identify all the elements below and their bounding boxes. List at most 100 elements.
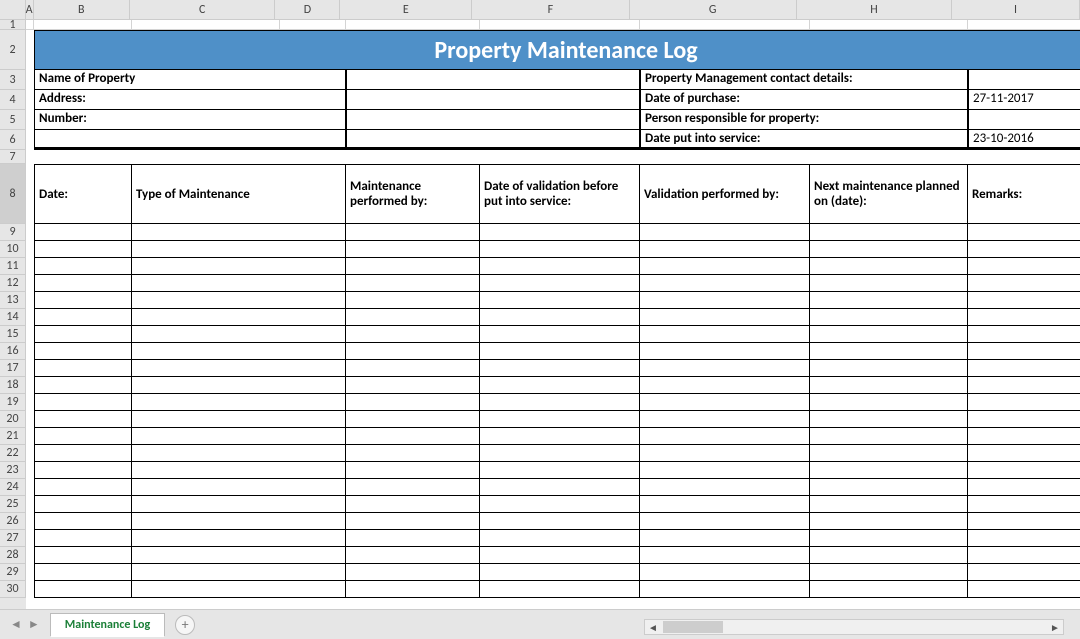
table-cell[interactable] xyxy=(34,241,132,258)
table-cell[interactable] xyxy=(34,377,132,394)
table-cell[interactable] xyxy=(810,241,968,258)
table-cell[interactable] xyxy=(480,530,640,547)
table-cell[interactable] xyxy=(640,360,810,377)
info-value[interactable]: 27-11-2017 xyxy=(968,90,1080,110)
sheet-tab-active[interactable]: Maintenance Log xyxy=(50,613,165,636)
table-row[interactable] xyxy=(34,360,1080,377)
table-row[interactable] xyxy=(34,581,1080,598)
table-row[interactable] xyxy=(34,309,1080,326)
table-cell[interactable] xyxy=(968,513,1080,530)
table-cell[interactable] xyxy=(810,258,968,275)
info-value[interactable] xyxy=(346,130,640,150)
table-cell[interactable] xyxy=(480,411,640,428)
table-row[interactable] xyxy=(34,530,1080,547)
table-cell[interactable] xyxy=(480,241,640,258)
row-1[interactable] xyxy=(26,20,1080,30)
table-cell[interactable] xyxy=(346,241,480,258)
col-header-I[interactable]: I xyxy=(952,0,1080,20)
table-cell[interactable] xyxy=(810,343,968,360)
col-header-A[interactable]: A xyxy=(26,0,34,20)
table-cell[interactable] xyxy=(346,224,480,241)
table-cell[interactable] xyxy=(968,292,1080,309)
log-header-cell[interactable]: Date of validation before put into servi… xyxy=(480,164,640,224)
table-cell[interactable] xyxy=(132,496,346,513)
col-header-C[interactable]: C xyxy=(130,0,276,20)
table-cell[interactable] xyxy=(968,258,1080,275)
table-cell[interactable] xyxy=(968,360,1080,377)
table-row[interactable] xyxy=(34,343,1080,360)
info-label[interactable]: Address: xyxy=(34,90,346,110)
table-cell[interactable] xyxy=(346,428,480,445)
info-row[interactable]: Address:Date of purchase:27-11-2017 xyxy=(34,90,1080,110)
info-value[interactable] xyxy=(346,70,640,90)
info-label[interactable]: Property Management contact details: xyxy=(640,70,968,90)
table-cell[interactable] xyxy=(968,224,1080,241)
row-header-9[interactable]: 9 xyxy=(0,224,26,241)
table-cell[interactable] xyxy=(810,411,968,428)
row-header-8[interactable]: 8 xyxy=(0,164,26,224)
table-cell[interactable] xyxy=(480,547,640,564)
row-header-30[interactable]: 30 xyxy=(0,581,26,598)
table-cell[interactable] xyxy=(480,326,640,343)
table-cell[interactable] xyxy=(640,547,810,564)
table-cell[interactable] xyxy=(810,224,968,241)
table-row[interactable] xyxy=(34,564,1080,581)
table-cell[interactable] xyxy=(346,445,480,462)
table-cell[interactable] xyxy=(34,479,132,496)
table-cell[interactable] xyxy=(640,411,810,428)
log-header-cell[interactable]: Remarks: xyxy=(968,164,1080,224)
row-header-23[interactable]: 23 xyxy=(0,462,26,479)
col-header-B[interactable]: B xyxy=(34,0,130,20)
row-header-12[interactable]: 12 xyxy=(0,275,26,292)
info-value[interactable] xyxy=(346,90,640,110)
table-cell[interactable] xyxy=(640,241,810,258)
table-cell[interactable] xyxy=(34,394,132,411)
row-header-13[interactable]: 13 xyxy=(0,292,26,309)
table-cell[interactable] xyxy=(968,547,1080,564)
table-cell[interactable] xyxy=(34,428,132,445)
table-cell[interactable] xyxy=(480,564,640,581)
table-cell[interactable] xyxy=(968,564,1080,581)
table-cell[interactable] xyxy=(640,462,810,479)
table-cell[interactable] xyxy=(480,581,640,598)
row-header-14[interactable]: 14 xyxy=(0,309,26,326)
row-header-16[interactable]: 16 xyxy=(0,343,26,360)
table-cell[interactable] xyxy=(968,377,1080,394)
row-header-15[interactable]: 15 xyxy=(0,326,26,343)
col-header-G[interactable]: G xyxy=(630,0,797,20)
col-header-H[interactable]: H xyxy=(797,0,952,20)
info-label[interactable]: Number: xyxy=(34,110,346,130)
row-header-1[interactable]: 1 xyxy=(0,20,26,30)
table-cell[interactable] xyxy=(34,292,132,309)
info-value[interactable] xyxy=(968,110,1080,130)
row-header-28[interactable]: 28 xyxy=(0,547,26,564)
table-cell[interactable] xyxy=(346,394,480,411)
row-header-22[interactable]: 22 xyxy=(0,445,26,462)
row-header-29[interactable]: 29 xyxy=(0,564,26,581)
table-cell[interactable] xyxy=(346,581,480,598)
table-cell[interactable] xyxy=(34,360,132,377)
cell[interactable] xyxy=(34,20,132,30)
cell[interactable] xyxy=(26,20,34,30)
table-cell[interactable] xyxy=(480,394,640,411)
table-cell[interactable] xyxy=(480,445,640,462)
table-cell[interactable] xyxy=(810,564,968,581)
scroll-left-icon[interactable]: ◄ xyxy=(645,621,661,634)
table-row[interactable] xyxy=(34,479,1080,496)
table-cell[interactable] xyxy=(640,343,810,360)
table-cell[interactable] xyxy=(132,479,346,496)
cell[interactable] xyxy=(968,20,1080,30)
table-cell[interactable] xyxy=(810,462,968,479)
row-header-6[interactable]: 6 xyxy=(0,130,26,150)
table-cell[interactable] xyxy=(346,530,480,547)
table-cell[interactable] xyxy=(132,343,346,360)
info-value[interactable] xyxy=(346,110,640,130)
table-row[interactable] xyxy=(34,428,1080,445)
log-header-cell[interactable]: Maintenance performed by: xyxy=(346,164,480,224)
cell[interactable] xyxy=(480,20,640,30)
table-cell[interactable] xyxy=(34,581,132,598)
table-cell[interactable] xyxy=(132,275,346,292)
table-cell[interactable] xyxy=(968,326,1080,343)
table-cell[interactable] xyxy=(640,326,810,343)
table-cell[interactable] xyxy=(810,292,968,309)
